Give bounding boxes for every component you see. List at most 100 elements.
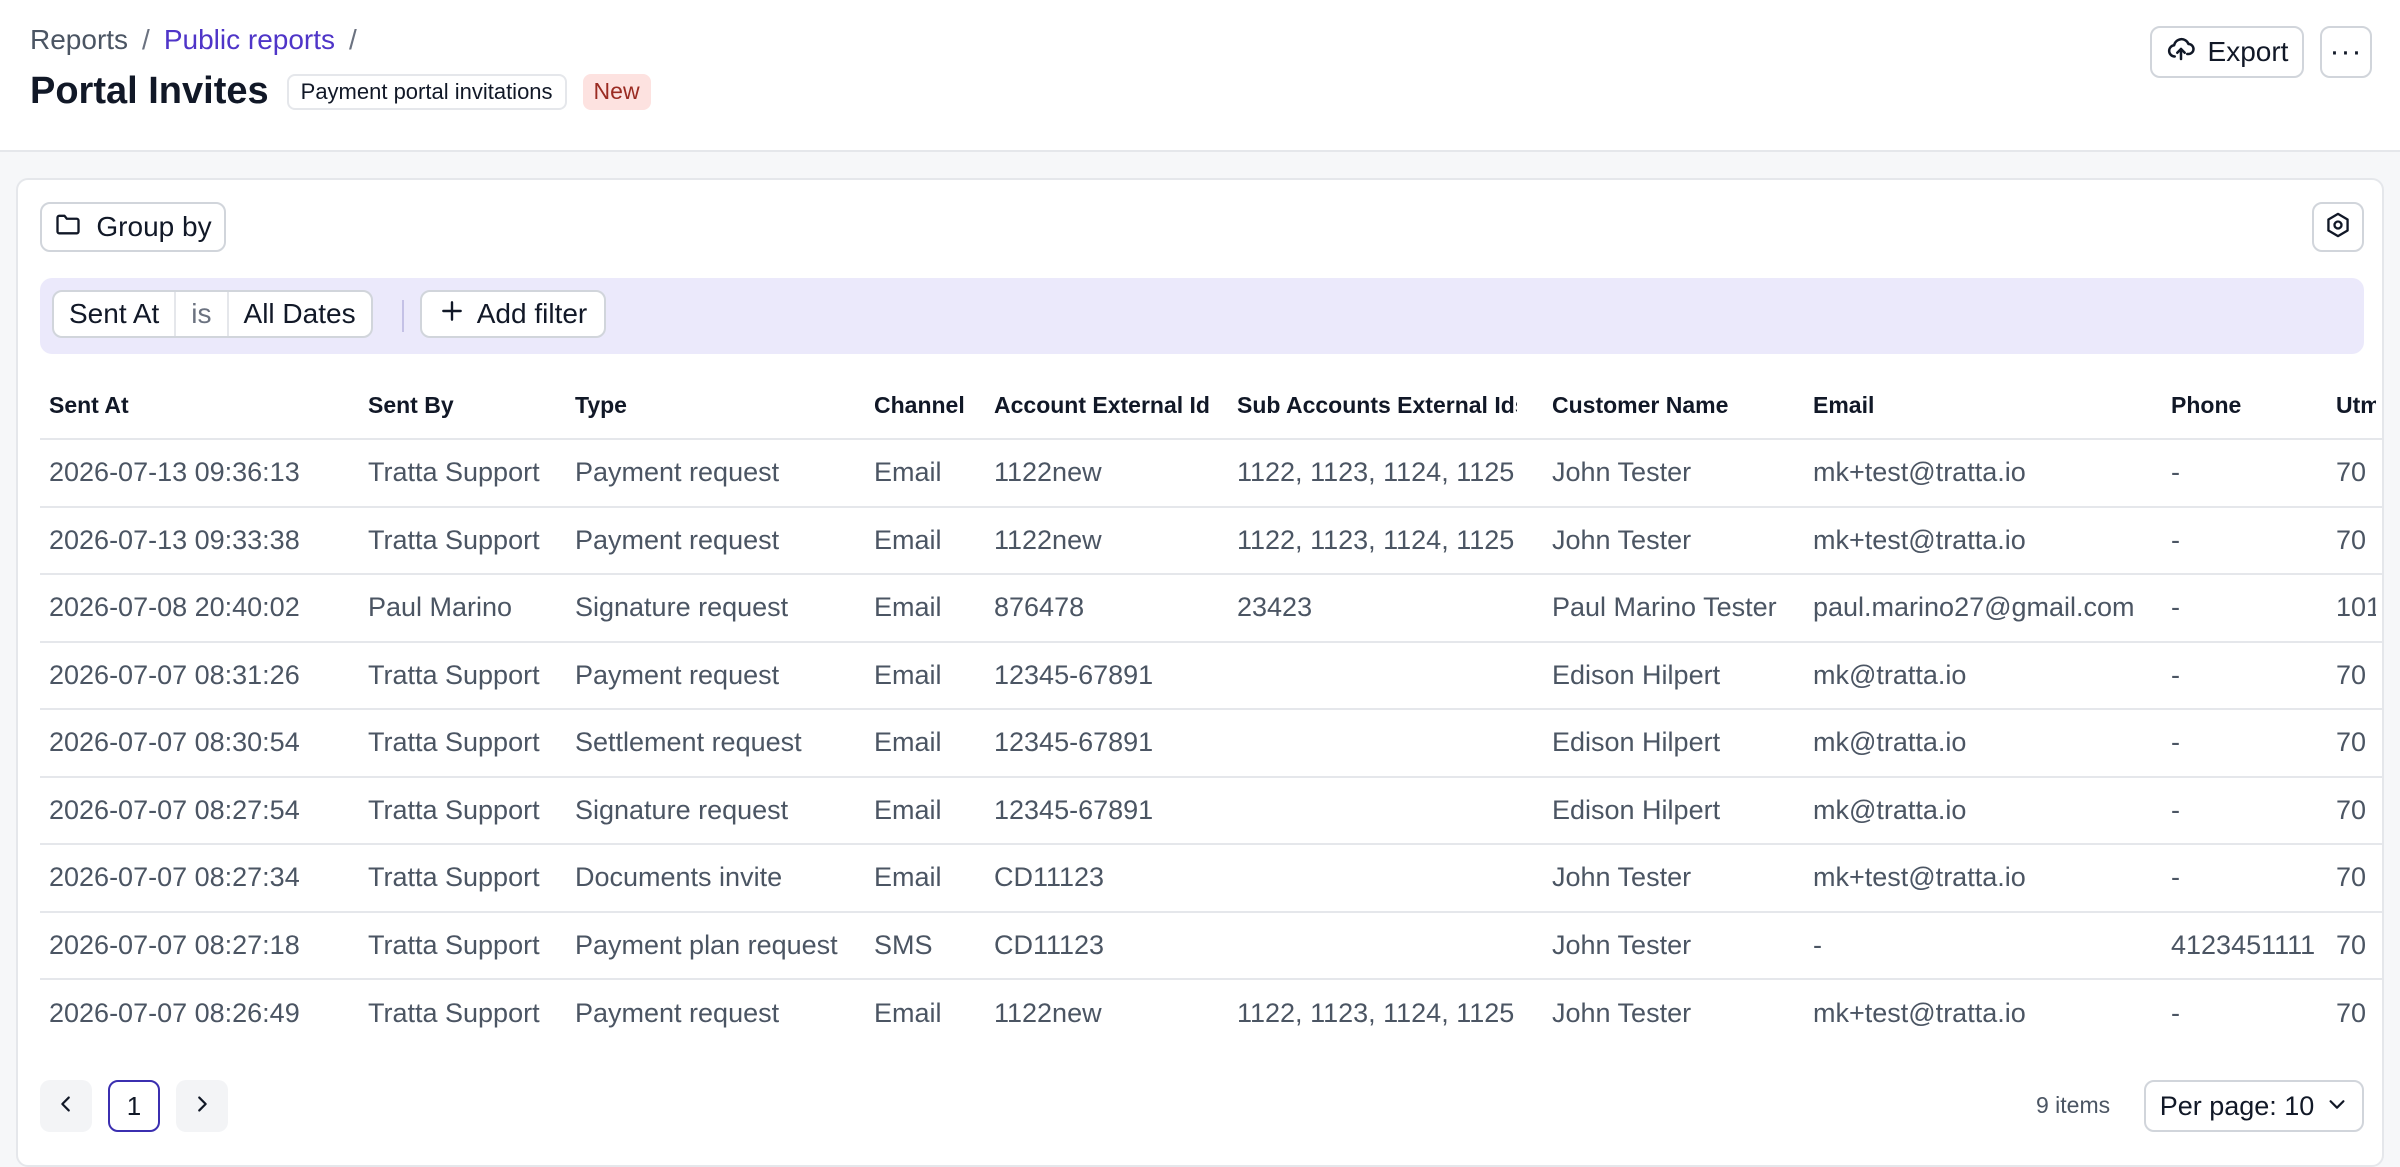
cell-email: -: [1813, 929, 1822, 960]
cell-phone: -: [2171, 862, 2180, 893]
previous-page-button[interactable]: [40, 1080, 92, 1132]
filter-field[interactable]: Sent At: [54, 292, 174, 336]
table-row[interactable]: 2026-07-07 08:31:26 Tratta Support Payment…: [40, 643, 2382, 710]
more-options-button[interactable]: ···: [2320, 26, 2372, 78]
table-row[interactable]: 2026-07-07 08:27:34 Tratta Support Documen…: [40, 845, 2382, 913]
cell-sent-at: 2026-07-13 09:36:13: [49, 457, 300, 488]
filter-value[interactable]: All Dates: [229, 292, 371, 336]
column-header[interactable]: Sent At: [49, 372, 349, 438]
chevron-right-icon: [191, 1091, 213, 1122]
export-button[interactable]: Export: [2150, 26, 2304, 78]
table-row[interactable]: 2026-07-07 08:30:54 Tratta Support Settlem…: [40, 710, 2382, 778]
cell-customer-name: John Tester: [1552, 929, 1692, 960]
title-row: Portal Invites Payment portal invitation…: [30, 70, 651, 113]
cell-utm: 70: [2336, 998, 2367, 1029]
add-filter-button[interactable]: Add filter: [420, 290, 606, 338]
table-row[interactable]: 2026-07-13 09:33:38 Tratta Support Payment…: [40, 508, 2382, 575]
per-page-select[interactable]: Per page: 10: [2144, 1080, 2364, 1132]
filter-bar: Sent At is All Dates Add filter: [40, 278, 2364, 354]
cell-account-external-id: 1122new: [994, 998, 1102, 1029]
cell-type: Payment request: [575, 659, 780, 690]
cell-sent-at: 2026-07-13 09:33:38: [49, 524, 300, 555]
cell-phone: -: [2171, 457, 2180, 488]
cell-channel: Email: [874, 592, 942, 623]
cell-account-external-id: 12345-67891: [994, 794, 1154, 825]
cell-customer-name: John Tester: [1552, 862, 1692, 893]
cell-phone: -: [2171, 524, 2180, 555]
report-card: Group by Sent At is All Dates Add filter: [16, 178, 2384, 1167]
cell-customer-name: John Tester: [1552, 457, 1692, 488]
filter-divider: [402, 300, 404, 332]
column-header[interactable]: Utm: [2336, 372, 2376, 438]
column-header[interactable]: Customer Name: [1552, 372, 1802, 438]
cell-account-external-id: 1122new: [994, 524, 1102, 555]
cell-utm: 70: [2336, 659, 2367, 690]
table-row[interactable]: 2026-07-07 08:27:18 Tratta Support Payment…: [40, 913, 2382, 980]
cell-channel: SMS: [874, 929, 933, 960]
cell-channel: Email: [874, 457, 942, 488]
breadcrumb-reports[interactable]: Reports: [30, 24, 128, 56]
cell-sent-by: Tratta Support: [368, 862, 540, 893]
page-1-button[interactable]: 1: [108, 1080, 160, 1132]
cell-sub-accounts-external-ids: [1237, 845, 1517, 911]
page-title: Portal Invites: [30, 70, 269, 112]
column-header[interactable]: Phone: [2171, 372, 2316, 438]
cell-email: paul.marino27@gmail.com: [1813, 592, 2135, 623]
cell-sub-accounts-external-ids: [1237, 778, 1517, 844]
cell-type: Payment request: [575, 457, 780, 488]
cell-account-external-id: CD11123: [994, 862, 1105, 893]
cell-phone: -: [2171, 592, 2180, 623]
column-header[interactable]: Account External Id: [994, 372, 1229, 438]
column-header[interactable]: Channel: [874, 372, 984, 438]
cell-email: mk+test@tratta.io: [1813, 862, 2026, 893]
table-row[interactable]: 2026-07-13 09:36:13 Tratta Support Payment…: [40, 440, 2382, 508]
table-settings-button[interactable]: [2312, 202, 2364, 252]
pagination: 1: [40, 1080, 228, 1132]
cell-sent-by: Tratta Support: [368, 457, 540, 488]
table-row[interactable]: 2026-07-07 08:26:49 Tratta Support Payment…: [40, 980, 2382, 1048]
cell-channel: Email: [874, 659, 942, 690]
page-header: Reports / Public reports / Portal Invite…: [0, 0, 2400, 152]
cell-type: Settlement request: [575, 727, 802, 758]
column-header[interactable]: Sub Accounts External Ids: [1237, 372, 1517, 438]
breadcrumb-public-reports[interactable]: Public reports: [164, 24, 335, 56]
cell-type: Payment request: [575, 524, 780, 555]
cell-type: Payment plan request: [575, 929, 838, 960]
cell-email: mk@tratta.io: [1813, 794, 1967, 825]
group-by-label: Group by: [96, 211, 212, 242]
cell-email: mk@tratta.io: [1813, 659, 1967, 690]
group-by-button[interactable]: Group by: [40, 202, 226, 252]
cell-utm: 1017: [2336, 592, 2376, 623]
cell-sub-accounts-external-ids: [1237, 710, 1517, 776]
cell-sent-at: 2026-07-07 08:27:34: [49, 862, 300, 893]
column-header[interactable]: Type: [575, 372, 865, 438]
cell-phone: -: [2171, 727, 2180, 758]
table-row[interactable]: 2026-07-08 20:40:02 Paul Marino Signature …: [40, 575, 2382, 643]
cell-account-external-id: CD11123: [994, 929, 1105, 960]
cell-sent-by: Tratta Support: [368, 659, 540, 690]
cell-utm: 70: [2336, 862, 2367, 893]
cell-sent-at: 2026-07-07 08:26:49: [49, 998, 300, 1029]
table-row[interactable]: 2026-07-07 08:27:54 Tratta Support Signatu…: [40, 778, 2382, 845]
filter-operator[interactable]: is: [174, 292, 229, 336]
cell-email: mk+test@tratta.io: [1813, 998, 2026, 1029]
cell-sent-at: 2026-07-07 08:27:54: [49, 794, 300, 825]
filter-sent-at[interactable]: Sent At is All Dates: [52, 290, 373, 338]
column-header[interactable]: Email: [1813, 372, 2173, 438]
column-header[interactable]: Sent By: [368, 372, 568, 438]
cell-sub-accounts-external-ids: [1237, 913, 1517, 979]
next-page-button[interactable]: [176, 1080, 228, 1132]
cell-sent-at: 2026-07-07 08:30:54: [49, 727, 300, 758]
cell-phone: 4123451111: [2171, 929, 2316, 960]
cell-phone: -: [2171, 998, 2180, 1029]
table-body: 2026-07-13 09:36:13 Tratta Support Payment…: [40, 440, 2382, 1048]
cell-channel: Email: [874, 727, 942, 758]
cell-type: Signature request: [575, 794, 789, 825]
cell-customer-name: Edison Hilpert: [1552, 794, 1721, 825]
cell-sub-accounts-external-ids: [1237, 643, 1517, 709]
cell-channel: Email: [874, 794, 942, 825]
cell-type: Documents invite: [575, 862, 783, 893]
export-label: Export: [2207, 36, 2289, 67]
cell-type: Signature request: [575, 592, 789, 623]
cell-customer-name: Paul Marino Tester: [1552, 592, 1777, 623]
